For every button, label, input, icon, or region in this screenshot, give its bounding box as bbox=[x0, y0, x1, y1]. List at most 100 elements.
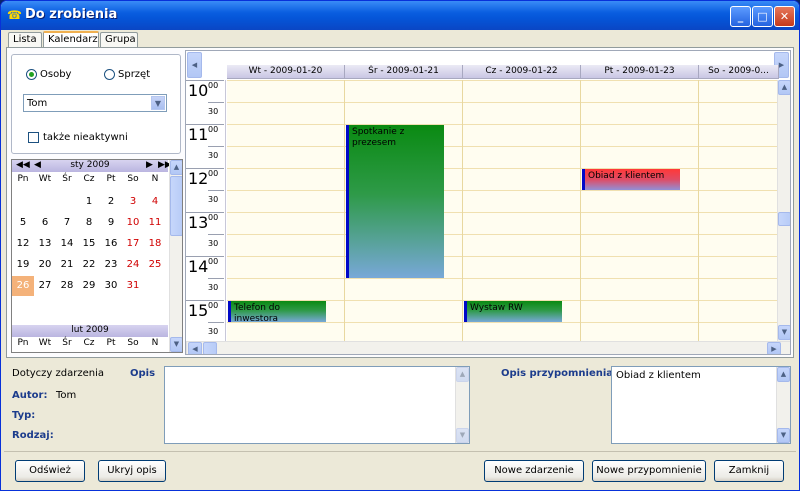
calendar-day[interactable]: 16 bbox=[100, 234, 122, 254]
odswiez-button[interactable]: Odśwież bbox=[15, 460, 85, 482]
calendar-day[interactable]: 4 bbox=[144, 192, 166, 212]
event-block[interactable]: Obiad z klientem bbox=[582, 169, 680, 190]
calendar-scrollbar[interactable]: ▲ ▼ bbox=[169, 160, 182, 352]
opis-label: Opis bbox=[130, 368, 156, 379]
grid-column-line bbox=[344, 80, 345, 341]
schedule-grid[interactable]: Spotkanie z prezesem Obiad z klientem Tele… bbox=[227, 80, 777, 341]
calendar-day[interactable]: 18 bbox=[144, 234, 166, 254]
half-hour-line bbox=[208, 278, 224, 279]
minimize-button[interactable]: _ bbox=[730, 6, 751, 27]
chevron-down-icon[interactable]: ▼ bbox=[151, 96, 165, 110]
przypomnienie-textarea[interactable]: Obiad z klientem ▲ ▼ bbox=[611, 366, 791, 444]
person-select[interactable]: Tom ▼ bbox=[23, 94, 167, 112]
opis-textarea[interactable]: ▲ ▼ bbox=[164, 366, 470, 444]
scroll-down-icon[interactable]: ▼ bbox=[778, 325, 790, 340]
calendar-day[interactable]: 15 bbox=[78, 234, 100, 254]
calendar-day[interactable]: 30 bbox=[100, 276, 122, 296]
event-block[interactable]: Wystaw RW bbox=[464, 301, 562, 322]
tab-grupa[interactable]: Grupa bbox=[100, 32, 138, 48]
grid-row bbox=[227, 168, 777, 169]
calendar-day[interactable]: 31 bbox=[122, 276, 144, 296]
calendar-day[interactable]: 20 bbox=[34, 255, 56, 275]
minute-label: 30 bbox=[208, 283, 219, 292]
opis-scrollbar[interactable]: ▲ ▼ bbox=[455, 367, 469, 443]
weekday-5: So bbox=[127, 338, 139, 348]
grid-column-line bbox=[580, 80, 581, 341]
calendar-day[interactable]: 10 bbox=[122, 213, 144, 233]
calendar-day[interactable]: 21 bbox=[56, 255, 78, 275]
scroll-up-icon[interactable]: ▲ bbox=[456, 367, 469, 382]
scroll-up-icon[interactable]: ▲ bbox=[777, 367, 790, 382]
prev-month-icon[interactable]: ◀ bbox=[34, 160, 41, 170]
next-month-icon[interactable]: ▶ bbox=[146, 160, 153, 170]
radio-osoby[interactable] bbox=[26, 69, 37, 80]
inactive-checkbox[interactable] bbox=[28, 132, 39, 143]
radio-osoby-label: Osoby bbox=[40, 69, 72, 80]
calendar-day[interactable]: 9 bbox=[100, 213, 122, 233]
calendar-day[interactable]: 5 bbox=[12, 213, 34, 233]
day-column-header[interactable]: Śr - 2009-01-21 bbox=[345, 65, 463, 79]
scroll-up-icon[interactable]: ▲ bbox=[778, 80, 790, 95]
calendar-day[interactable]: 27 bbox=[34, 276, 56, 296]
calendar-day[interactable]: 19 bbox=[12, 255, 34, 275]
calendar-day[interactable]: 8 bbox=[78, 213, 100, 233]
filter-panel: Osoby Sprzęt Tom ▼ także nieaktywni bbox=[11, 54, 181, 154]
day-column-header[interactable]: Pt - 2009-01-23 bbox=[581, 65, 699, 79]
nowe-zdarzenie-button[interactable]: Nowe zdarzenie bbox=[484, 460, 584, 482]
main-window: ☎ Do zrobienia _ □ ✕ Lista Kalendarz Gru… bbox=[0, 0, 800, 491]
close-button[interactable]: ✕ bbox=[774, 6, 795, 27]
calendar-day[interactable]: 3 bbox=[122, 192, 144, 212]
title-bar[interactable]: ☎ Do zrobienia _ □ ✕ bbox=[1, 1, 799, 30]
tab-lista[interactable]: Lista bbox=[8, 32, 42, 48]
scroll-left-days-icon[interactable]: ◀ bbox=[187, 52, 202, 78]
calendar-day[interactable]: 29 bbox=[78, 276, 100, 296]
calendar-day[interactable]: 6 bbox=[34, 213, 56, 233]
day-column-header[interactable]: Wt - 2009-01-20 bbox=[227, 65, 345, 79]
grid-row bbox=[227, 146, 777, 147]
client-area: Lista Kalendarz Grupa Osoby Sprzęt Tom ▼… bbox=[4, 30, 796, 489]
zamknij-button[interactable]: Zamknij bbox=[714, 460, 784, 482]
scroll-down-icon[interactable]: ▼ bbox=[456, 428, 469, 443]
calendar-day[interactable]: 25 bbox=[144, 255, 166, 275]
calendar-day[interactable]: 22 bbox=[78, 255, 100, 275]
calendar-day[interactable]: 1 bbox=[78, 192, 100, 212]
calendar-month2-header: lut 2009 bbox=[12, 325, 168, 337]
calendar-day[interactable]: 13 bbox=[34, 234, 56, 254]
schedule-vscroll-thumb[interactable] bbox=[778, 212, 790, 226]
calendar-day[interactable]: 28 bbox=[56, 276, 78, 296]
rodzaj-label: Rodzaj: bbox=[12, 430, 54, 441]
calendar-scroll-thumb[interactable] bbox=[170, 176, 182, 236]
scroll-right-icon[interactable]: ▶ bbox=[767, 342, 781, 354]
calendar-day[interactable]: 24 bbox=[122, 255, 144, 275]
half-hour-line bbox=[208, 102, 224, 103]
maximize-button[interactable]: □ bbox=[752, 6, 773, 27]
calendar-day[interactable]: 11 bbox=[144, 213, 166, 233]
scroll-left-icon[interactable]: ◀ bbox=[188, 342, 202, 354]
schedule-hscroll-thumb[interactable] bbox=[203, 342, 217, 354]
day-column-header[interactable]: Cz - 2009-01-22 bbox=[463, 65, 581, 79]
ukryj-opis-button[interactable]: Ukryj opis bbox=[98, 460, 166, 482]
scroll-down-icon[interactable]: ▼ bbox=[170, 337, 182, 352]
event-block[interactable]: Telefon do inwestora bbox=[228, 301, 326, 322]
calendar-day[interactable]: 12 bbox=[12, 234, 34, 254]
calendar-day[interactable]: 17 bbox=[122, 234, 144, 254]
day-column-header[interactable]: So - 2009-0... bbox=[699, 65, 779, 79]
schedule-vscroll[interactable]: ▲ ▼ bbox=[777, 80, 790, 341]
calendar-day[interactable]: 23 bbox=[100, 255, 122, 275]
mini-calendar: ◀◀ ◀ sty 2009 ▶ ▶▶ Pn Wt Śr Cz Pt So N 1234567… bbox=[11, 159, 183, 353]
event-block[interactable]: Spotkanie z prezesem bbox=[346, 125, 444, 278]
nowe-przypomnienie-button[interactable]: Nowe przypomnienie bbox=[592, 460, 706, 482]
scroll-up-icon[interactable]: ▲ bbox=[170, 160, 182, 175]
calendar-day[interactable]: 14 bbox=[56, 234, 78, 254]
grid-row bbox=[227, 190, 777, 191]
calendar-day[interactable]: 26 bbox=[12, 276, 34, 296]
prev-year-icon[interactable]: ◀◀ bbox=[16, 160, 30, 170]
weekday-0: Pn bbox=[17, 338, 29, 348]
weekday-1: Wt bbox=[38, 174, 52, 184]
radio-sprzet[interactable] bbox=[104, 69, 115, 80]
calendar-day[interactable]: 7 bbox=[56, 213, 78, 233]
schedule-hscroll[interactable]: ◀ ▶ bbox=[186, 341, 790, 354]
przyp-scrollbar[interactable]: ▲ ▼ bbox=[776, 367, 790, 443]
scroll-down-icon[interactable]: ▼ bbox=[777, 428, 790, 443]
calendar-day[interactable]: 2 bbox=[100, 192, 122, 212]
